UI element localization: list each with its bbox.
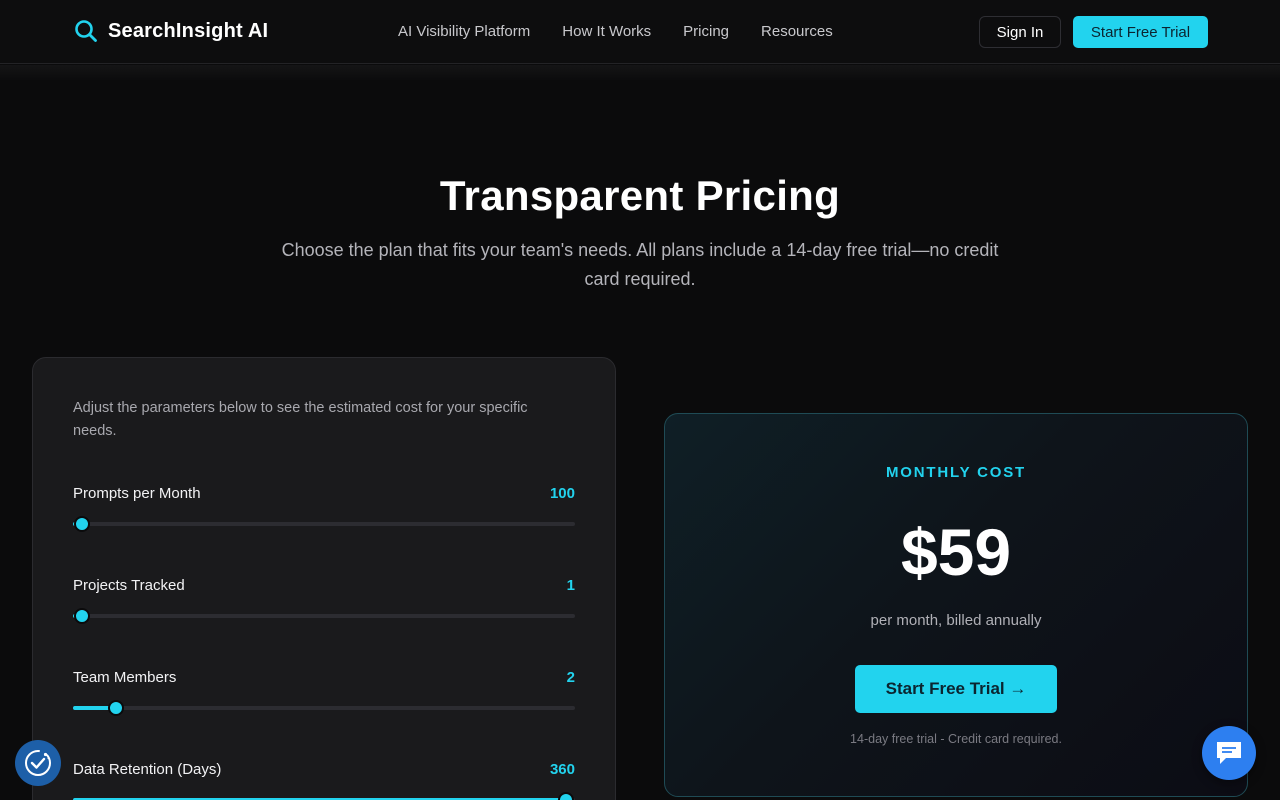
sign-in-button[interactable]: Sign In <box>979 16 1061 48</box>
team-members-param: Team Members 2 <box>73 669 575 729</box>
brand-name: SearchInsight AI <box>108 19 269 42</box>
team-members-slider-track[interactable] <box>73 700 575 716</box>
pricing-calculator-card: Adjust the parameters below to see the e… <box>32 357 616 800</box>
projects-slider-track[interactable] <box>73 608 575 624</box>
page-title: Transparent Pricing <box>439 172 841 219</box>
slider-thumb[interactable] <box>107 700 124 716</box>
brand-logo[interactable]: SearchInsight AI <box>74 19 268 43</box>
slider-thumb[interactable] <box>558 792 574 800</box>
site-header: SearchInsight AI AI Visibility Platform … <box>0 0 1280 64</box>
main-nav: AI Visibility Platform How It Works Pric… <box>398 23 865 40</box>
cost-label: MONTHLY COST <box>886 464 1026 481</box>
header-start-trial-button[interactable]: Start Free Trial <box>1073 16 1208 48</box>
param-value: 100 <box>549 485 575 502</box>
monthly-cost-card: MONTHLY COST $59 per month, billed annua… <box>664 413 1248 797</box>
prompts-slider-track[interactable] <box>73 516 575 532</box>
slider-thumb[interactable] <box>74 516 90 532</box>
billing-period: per month, billed annually <box>870 612 1042 629</box>
chat-widget-button[interactable] <box>1202 726 1256 780</box>
chat-bubble-icon <box>1217 742 1241 764</box>
calculator-description: Adjust the parameters below to see the e… <box>73 400 528 439</box>
cookie-consent-icon <box>25 750 51 776</box>
prompts-per-month-param: Prompts per Month 100 <box>73 485 575 545</box>
slider-thumb[interactable] <box>74 608 90 624</box>
param-label: Projects Tracked <box>73 577 185 594</box>
data-retention-param: Data Retention (Days) 360 <box>73 761 575 800</box>
page-subtitle: Choose the plan that fits your team's ne… <box>281 240 999 289</box>
param-value: 360 <box>549 761 575 778</box>
nav-item-ai-visibility-platform[interactable]: AI Visibility Platform <box>398 23 530 40</box>
param-label: Team Members <box>73 669 177 686</box>
start-free-trial-button[interactable]: Start Free Trial → <box>855 665 1057 713</box>
search-icon <box>75 20 97 42</box>
param-value: 2 <box>566 669 575 686</box>
nav-item-pricing[interactable]: Pricing <box>683 23 729 40</box>
param-label: Prompts per Month <box>73 485 201 502</box>
param-value: 1 <box>566 577 575 594</box>
cookie-consent-button[interactable] <box>15 740 61 786</box>
param-label: Data Retention (Days) <box>73 761 222 778</box>
nav-item-resources[interactable]: Resources <box>761 23 833 40</box>
trial-note: 14-day free trial - Credit card required… <box>850 732 1062 746</box>
projects-tracked-param: Projects Tracked 1 <box>73 577 575 637</box>
nav-item-how-it-works[interactable]: How It Works <box>562 23 651 40</box>
cost-amount: $59 <box>900 515 1012 589</box>
header-divider <box>0 65 1280 81</box>
